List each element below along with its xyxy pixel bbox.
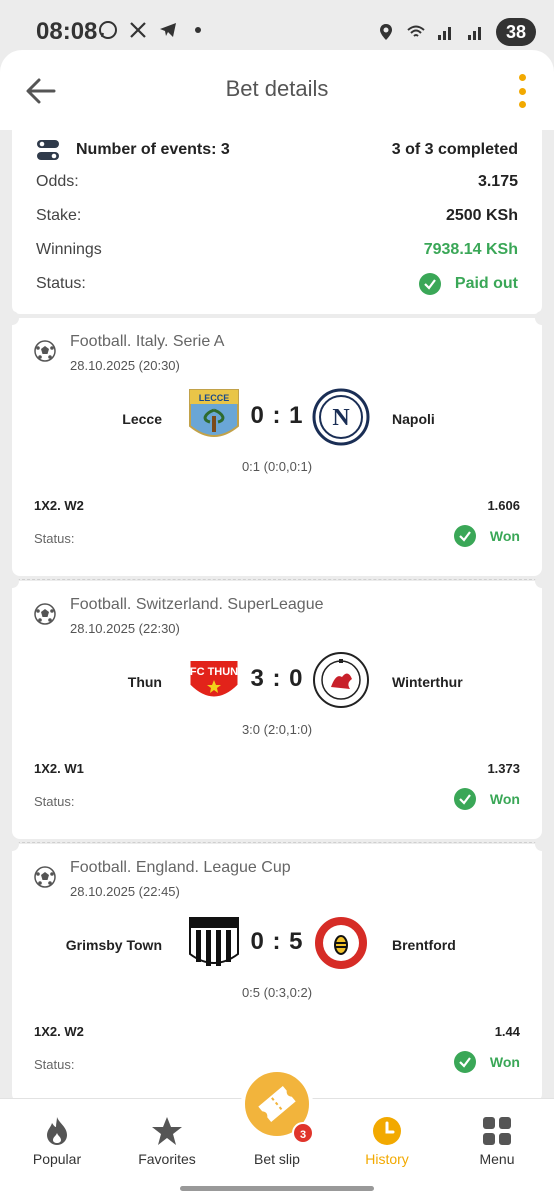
nav-favorites[interactable]: Favorites [112, 1099, 222, 1183]
x-icon [128, 20, 148, 40]
nav-label: Bet slip [254, 1151, 300, 1167]
signal-icon [436, 22, 456, 42]
bet-market: 1X2. W2 [34, 498, 84, 513]
match-date: 28.10.2025 (20:30) [70, 358, 180, 373]
event-status-value: Won [489, 1054, 520, 1070]
betslip-count-badge: 3 [292, 1122, 314, 1144]
telegram-icon [158, 20, 178, 40]
nav-history[interactable]: History [332, 1099, 442, 1183]
winnings-value: 7938.14 KSh [423, 241, 518, 258]
nav-label: Favorites [138, 1151, 196, 1167]
clock-icon [373, 1117, 401, 1145]
event-status-label: Status: [34, 794, 75, 809]
nav-label: History [365, 1151, 409, 1167]
soccer-ball-icon [34, 603, 56, 625]
status-time: 08:08 [36, 18, 98, 45]
score-detail: 0:1 (0:0,0:1) [241, 459, 313, 474]
score-detail: 3:0 (2:0,1:0) [241, 722, 313, 737]
match-date: 28.10.2025 (22:45) [70, 884, 180, 899]
svg-text:FC THUN: FC THUN [190, 666, 238, 678]
home-team: Grimsby Town [65, 937, 162, 953]
napoli-crest-icon: N [312, 388, 370, 446]
match-score: 0 : 1 [250, 402, 304, 429]
away-team: Brentford [392, 937, 456, 953]
bet-summary-card: Number of events: 3 3 of 3 completed Odd… [12, 128, 542, 314]
status-value: Paid out [454, 275, 518, 292]
nav-popular[interactable]: Popular [2, 1099, 112, 1183]
dot-icon [188, 20, 208, 40]
stake-value: 2500 KSh [445, 207, 518, 224]
event-card[interactable]: Football. Switzerland. SuperLeague 28.10… [5, 574, 549, 839]
whatsapp-icon [98, 20, 118, 40]
match-score: 3 : 0 [250, 665, 304, 692]
fire-icon [47, 1117, 67, 1145]
check-circle-icon [453, 1051, 476, 1073]
event-status-value: Won [489, 528, 520, 544]
thun-crest-icon: FC THUN [189, 654, 239, 698]
grid-icon [483, 1117, 511, 1145]
status-label: Status: [36, 275, 86, 292]
home-team: Lecce [122, 411, 162, 427]
event-card[interactable]: Football. England. League Cup 28.10.2025… [5, 837, 549, 1102]
match-date: 28.10.2025 (22:30) [70, 621, 180, 636]
league-name: Football. Italy. Serie A [70, 333, 225, 350]
more-vert-icon[interactable] [516, 74, 528, 108]
score-detail: 0:5 (0:3,0:2) [241, 985, 313, 1000]
odds-label: Odds: [36, 173, 79, 190]
soccer-ball-icon [34, 340, 56, 362]
lecce-crest-icon: LECCE [189, 389, 239, 437]
event-card[interactable]: Football. Italy. Serie A 28.10.2025 (20:… [5, 311, 549, 576]
bet-market: 1X2. W1 [34, 761, 84, 776]
grimsby-crest-icon [189, 917, 239, 966]
home-team: Thun [127, 674, 162, 690]
bet-coefficient: 1.606 [487, 498, 520, 513]
bet-coefficient: 1.44 [494, 1024, 520, 1039]
nav-label: Menu [479, 1151, 515, 1167]
league-name: Football. England. League Cup [70, 859, 291, 876]
page-title: Bet details [225, 76, 329, 101]
star-icon [152, 1117, 182, 1145]
battery-indicator: 38 [495, 18, 536, 46]
signal-icon-2 [466, 22, 486, 42]
stake-label: Stake: [36, 207, 82, 224]
event-status-value: Won [489, 791, 520, 807]
winterthur-crest-icon [313, 652, 369, 708]
soccer-ball-icon [34, 866, 56, 888]
home-indicator[interactable] [180, 1186, 374, 1191]
event-status-label: Status: [34, 531, 75, 546]
odds-value: 3.175 [477, 173, 518, 190]
check-circle-icon [453, 525, 476, 547]
svg-text:LECCE: LECCE [199, 393, 230, 403]
nav-label: Popular [32, 1151, 82, 1167]
app-header: Bet details [0, 50, 554, 130]
brentford-crest-icon [313, 915, 369, 971]
league-name: Football. Switzerland. SuperLeague [70, 596, 324, 613]
completed-count: 3 of 3 completed [391, 141, 518, 158]
away-team: Winterthur [392, 674, 463, 690]
location-icon [376, 22, 396, 42]
event-status-label: Status: [34, 1057, 75, 1072]
check-circle-icon [453, 788, 476, 810]
winnings-label: Winnings [36, 241, 102, 258]
bet-coefficient: 1.373 [487, 761, 520, 776]
svg-text:N: N [332, 405, 350, 431]
toggle-icon [37, 140, 59, 160]
wifi-icon [406, 22, 426, 42]
nav-menu[interactable]: Menu [442, 1099, 552, 1183]
away-team: Napoli [392, 411, 435, 427]
match-score: 0 : 5 [250, 928, 304, 955]
check-circle-icon [418, 273, 441, 295]
events-count: Number of events: 3 [76, 141, 230, 158]
bet-market: 1X2. W2 [34, 1024, 84, 1039]
